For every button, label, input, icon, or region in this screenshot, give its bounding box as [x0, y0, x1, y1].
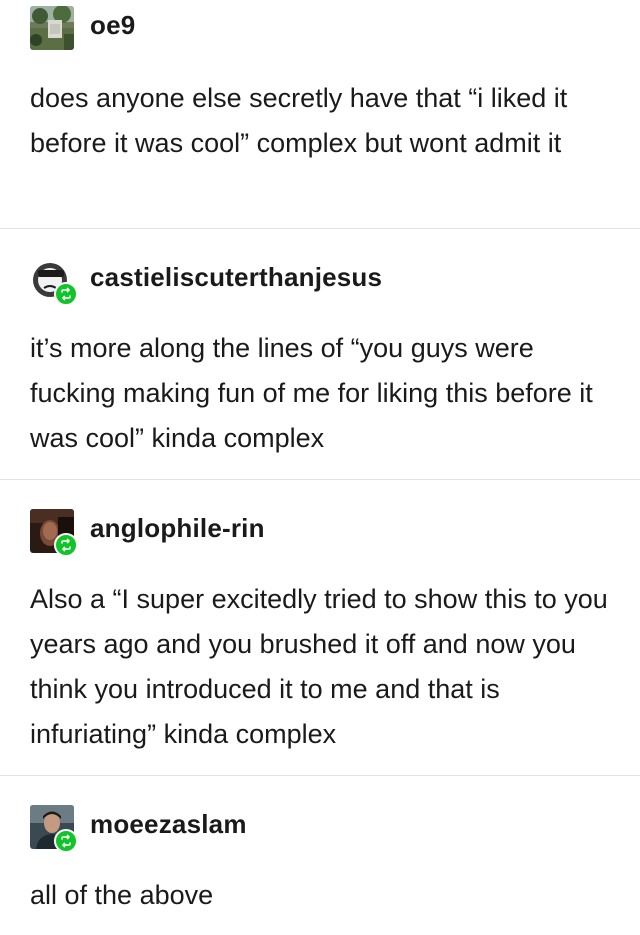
post-castieliscuterthanjesus: castieliscuterthanjesus it’s more along …: [0, 258, 640, 461]
post-header: moeezaslam: [30, 805, 610, 853]
username-link[interactable]: oe9: [90, 10, 135, 41]
post-header: anglophile-rin: [30, 509, 610, 557]
post-header: castieliscuterthanjesus: [30, 258, 610, 306]
post-divider: [0, 228, 640, 229]
post-text: does anyone else secretly have that “i l…: [30, 83, 568, 158]
reblog-arrows-icon: [61, 834, 71, 848]
username-link[interactable]: castieliscuterthanjesus: [90, 262, 382, 293]
reblog-icon: [54, 282, 78, 306]
avatar[interactable]: [30, 6, 74, 50]
post-divider: [0, 775, 640, 776]
username-link[interactable]: moeezaslam: [90, 809, 247, 840]
reblog-icon: [54, 533, 78, 557]
post-text: Also a “I super excitedly tried to show …: [30, 584, 608, 749]
reblog-arrows-icon: [61, 287, 71, 301]
reblog-arrows-icon: [61, 538, 71, 552]
post-divider: [0, 479, 640, 480]
post-text: it’s more along the lines of “you guys w…: [30, 333, 593, 453]
post-anglophile-rin: anglophile-rin Also a “I super excitedly…: [0, 509, 640, 757]
post-header: oe9: [30, 6, 610, 54]
post-moeezaslam: moeezaslam all of the above: [0, 805, 640, 918]
username-link[interactable]: anglophile-rin: [90, 513, 265, 544]
landscape-photo-avatar-icon: [30, 6, 74, 50]
reblog-icon: [54, 829, 78, 853]
post-text: all of the above: [30, 880, 214, 910]
post-oe9: oe9 does anyone else secretly have that …: [0, 6, 640, 166]
